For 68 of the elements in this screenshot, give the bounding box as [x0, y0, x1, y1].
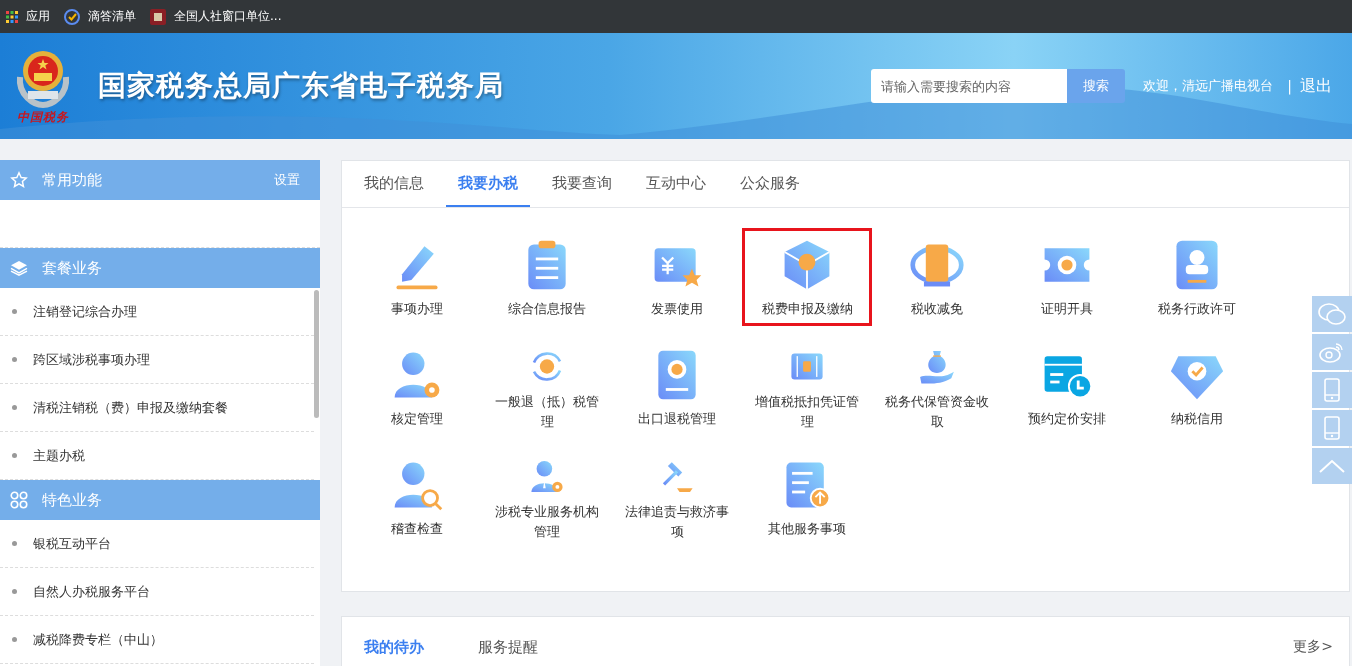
site-title: 国家税务总局广东省电子税务局 — [98, 68, 504, 104]
bookmark-link[interactable]: 应用 — [26, 8, 50, 25]
tab[interactable]: 互动中心 — [634, 161, 718, 207]
tab[interactable]: 我要办税 — [446, 161, 530, 207]
sidebar-item[interactable]: 减税降费专栏（中山） — [33, 630, 163, 649]
logo-caption: 中国税务 — [17, 108, 69, 126]
back-to-top-button[interactable] — [1312, 448, 1352, 484]
service-tile[interactable]: 税务行政许可 — [1132, 228, 1262, 326]
bookmark-link[interactable]: 滴答清单 — [88, 8, 136, 25]
sidebar-item[interactable]: 银税互动平台 — [33, 534, 111, 553]
service-tile[interactable]: 证明开具 — [1002, 228, 1132, 326]
service-tile[interactable]: 税费申报及缴纳 — [742, 228, 872, 326]
bullet-icon — [12, 357, 17, 362]
chat-bubbles-icon — [1318, 302, 1346, 326]
service-tile[interactable]: 稽查检查 — [352, 448, 482, 546]
four-circles-icon — [10, 491, 28, 509]
service-tile[interactable]: 发票使用 — [612, 228, 742, 326]
star-icon — [10, 171, 28, 189]
tab[interactable]: 我要查询 — [540, 161, 624, 207]
welcome-text: 欢迎，清远广播电视台 — [1143, 77, 1274, 95]
eye-swirl-icon — [1319, 341, 1345, 363]
share-button[interactable] — [1312, 296, 1352, 332]
phone-icon — [1324, 378, 1340, 402]
checkmark-circle-icon — [64, 8, 80, 25]
service-tile[interactable]: 预约定价安排 — [1002, 338, 1132, 436]
separator: | — [1287, 78, 1292, 94]
service-tile[interactable]: 增值税抵扣凭证管理 — [742, 338, 872, 436]
tab[interactable]: 我的待办 — [352, 637, 436, 657]
bullet-icon — [12, 309, 17, 314]
section-title: 常用功能 — [42, 170, 102, 190]
share-button[interactable] — [1312, 372, 1352, 408]
share-button[interactable] — [1312, 334, 1352, 370]
service-tile[interactable]: 涉税专业服务机构管理 — [482, 448, 612, 546]
service-tile[interactable]: 出口退税管理 — [612, 338, 742, 436]
service-tile[interactable]: 一般退（抵）税管理 — [482, 338, 612, 436]
section-title: 套餐业务 — [42, 258, 102, 278]
section-title: 特色业务 — [42, 490, 102, 510]
sidebar-item[interactable]: 注销登记综合办理 — [33, 302, 137, 321]
tab[interactable]: 服务提醒 — [466, 637, 550, 657]
bullet-icon — [12, 541, 17, 546]
bullet-icon — [12, 637, 17, 642]
sidebar-item[interactable]: 自然人办税服务平台 — [33, 582, 150, 601]
phone-icon — [1324, 416, 1340, 440]
site-favicon-icon — [150, 8, 166, 25]
tab[interactable]: 公众服务 — [728, 161, 812, 207]
sidebar-item[interactable]: 主题办税 — [33, 446, 85, 465]
tab[interactable]: 我的信息 — [352, 161, 436, 207]
sidebar-item[interactable]: 清税注销税（费）申报及缴纳套餐 — [33, 398, 228, 417]
scrollbar[interactable] — [314, 290, 319, 418]
sidebar-item[interactable]: 跨区域涉税事项办理 — [33, 350, 150, 369]
bullet-icon — [12, 589, 17, 594]
service-tile[interactable]: 事项办理 — [352, 228, 482, 326]
service-tile[interactable]: 税收减免 — [872, 228, 1002, 326]
more-link[interactable]: 更多> — [1293, 638, 1333, 656]
service-tile[interactable]: 核定管理 — [352, 338, 482, 436]
service-tile[interactable]: 其他服务事项 — [742, 448, 872, 546]
service-tile[interactable]: 综合信息报告 — [482, 228, 612, 326]
service-tile[interactable]: 税务代保管资金收取 — [872, 338, 1002, 436]
bookmark-link[interactable]: 全国人社窗口单位... — [174, 8, 282, 25]
bullet-icon — [12, 405, 17, 410]
bullet-icon — [12, 453, 17, 458]
layers-icon — [10, 260, 28, 276]
share-button[interactable] — [1312, 410, 1352, 446]
service-tile[interactable]: 纳税信用 — [1132, 338, 1262, 436]
search-field[interactable]: 请输入需要搜索的内容 — [871, 69, 1068, 103]
apps-grid-icon — [6, 10, 18, 23]
chevron-up-icon — [1318, 458, 1346, 474]
service-tile[interactable]: 法律追责与救济事项 — [612, 448, 742, 546]
